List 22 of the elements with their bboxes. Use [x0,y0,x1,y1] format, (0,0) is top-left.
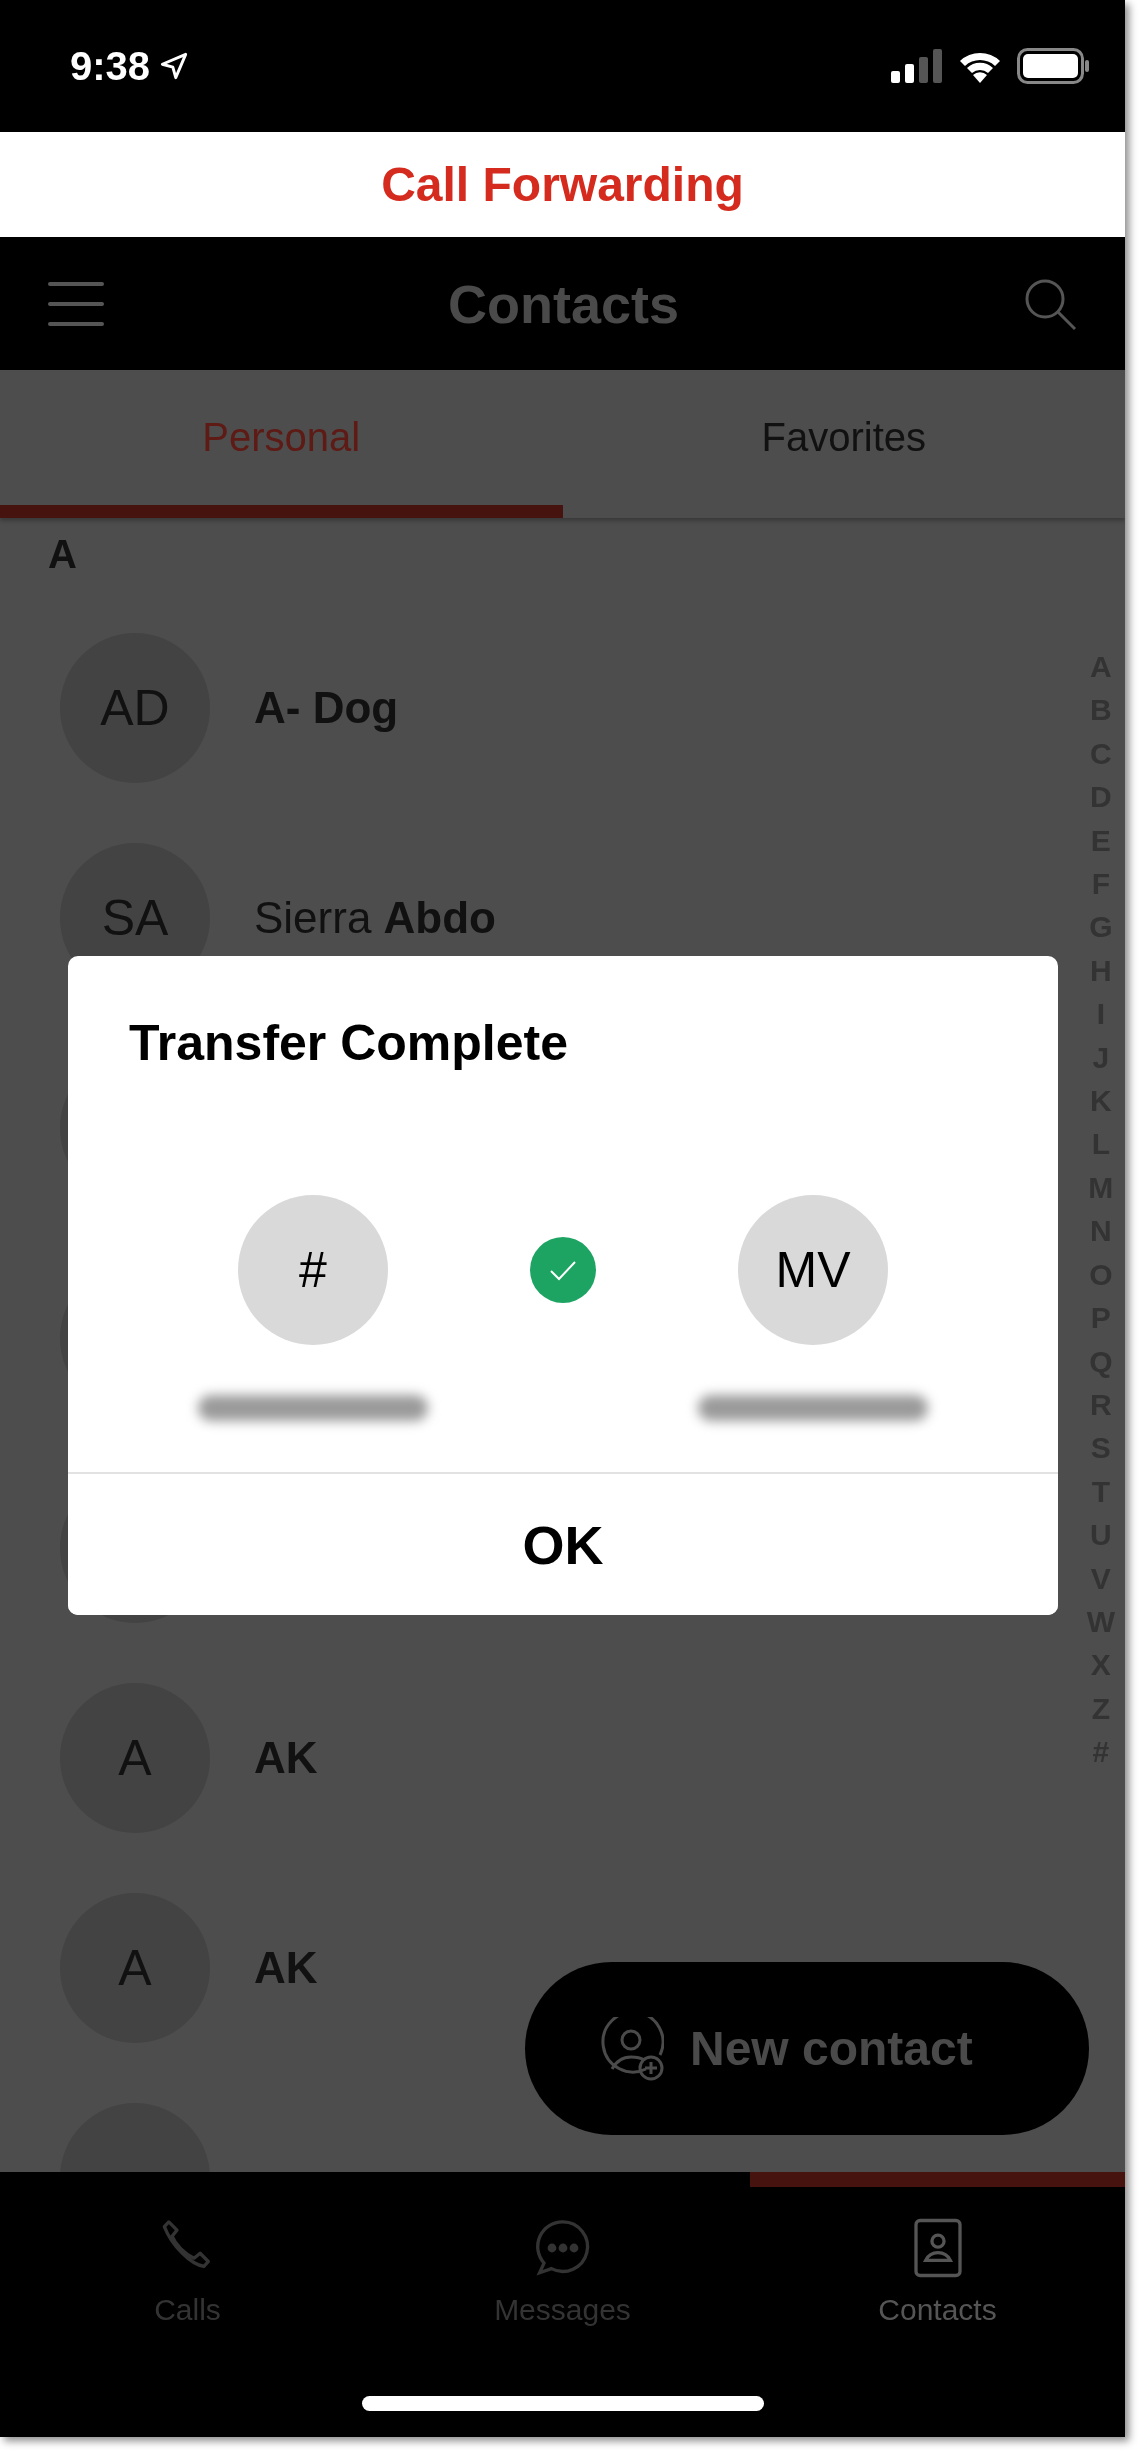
dialog-title: Transfer Complete [128,1014,569,1073]
banner-title: Call Forwarding [381,157,744,212]
check-circle-icon [530,1237,596,1303]
menu-icon[interactable] [48,279,104,328]
battery-icon [1017,48,1091,84]
tab[interactable]: Personal [0,370,563,518]
contact-name[interactable]: AK [254,1733,318,1783]
avatar: MV [738,1195,888,1345]
new-contact-button[interactable]: New contact [525,1962,1089,2135]
contact-name[interactable]: A- Dog [254,683,399,733]
location-arrow-icon [160,52,189,80]
contact-name[interactable]: Sierra Abdo [254,893,496,943]
ok-button[interactable]: OK [68,1472,1058,1615]
section-letter: A [47,531,78,578]
clock-time: 9:38 [70,43,151,89]
contact-name[interactable]: AK [254,1943,318,1993]
tab[interactable]: Favorites [562,370,1125,518]
avatar: # [238,1195,388,1345]
index-letter[interactable]: # [1092,1730,1110,1774]
add-person-icon [600,2016,664,2081]
signal-icon [891,49,943,83]
screen-title: Contacts [447,272,680,335]
